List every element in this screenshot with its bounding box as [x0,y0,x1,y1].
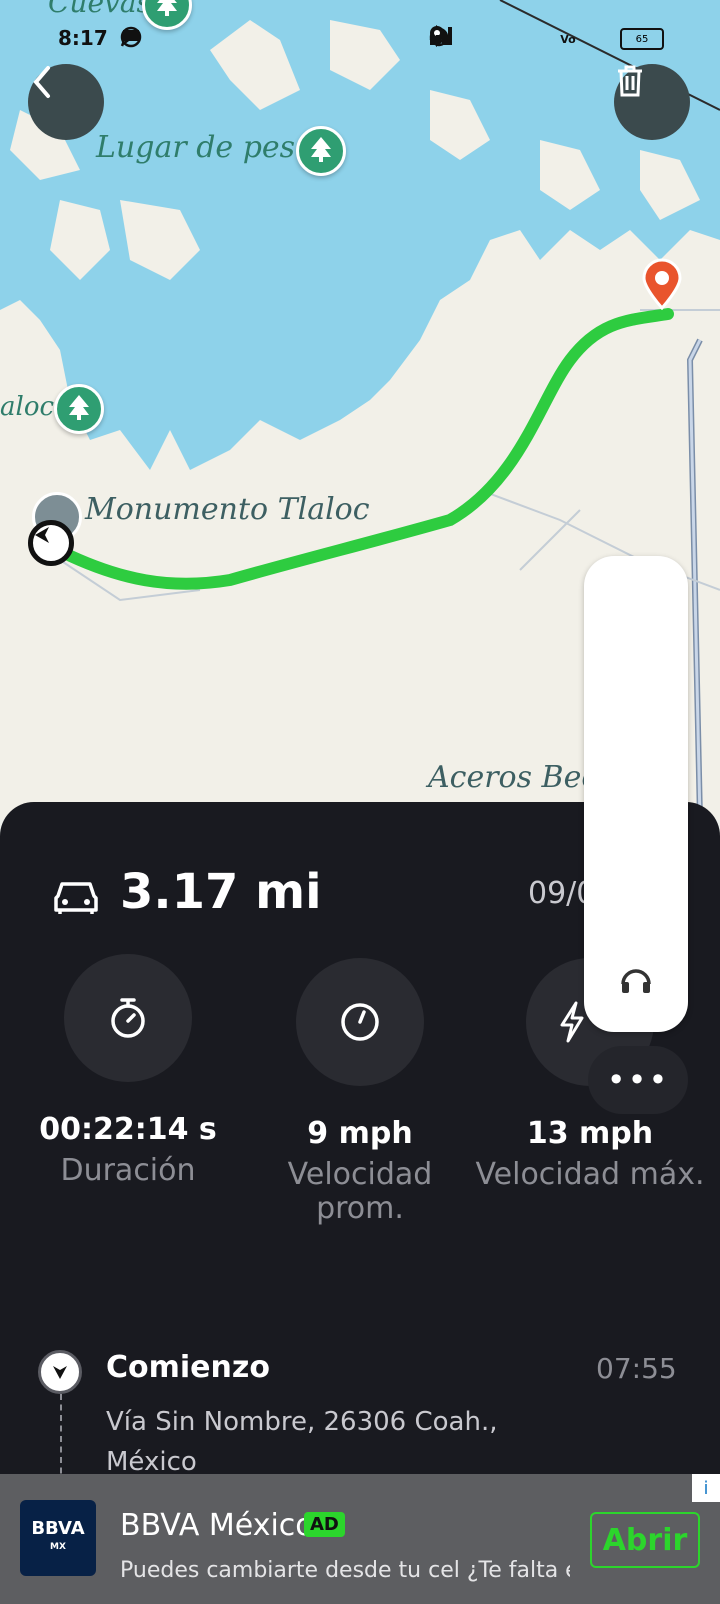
park-pin-icon[interactable] [296,126,346,176]
chat-icon [123,26,178,50]
ad-title: BBVA México [120,1508,314,1543]
max-speed-value: 13 mph [526,1116,654,1151]
more-options-button[interactable]: ••• [588,1046,688,1114]
alarm-icon [429,27,484,51]
back-button[interactable] [28,64,104,140]
duration-value: 00:22:14 s [39,1112,217,1147]
map-label-lugar-de-pesca[interactable]: Lugar de pesca [96,130,330,165]
map-label-cuevas: Cuevas [48,0,151,19]
more-dots-icon: ••• [606,1061,670,1099]
signal-icon [430,27,612,51]
lightning-icon [560,1001,584,1043]
chevron-left-icon [33,66,50,98]
battery-icon: 65 [620,28,664,50]
start-address: Vía Sin Nombre, 26306 Coah., México [106,1407,498,1477]
ad-badge: AD [304,1512,345,1537]
average-speed-stat-circle [296,958,424,1086]
map-label-monumento-tlaloc[interactable]: Monumento Tlaloc [85,492,370,527]
average-speed-label: Velocidad prom. [287,1157,433,1226]
location-icon [430,26,548,51]
status-bar: 8:17 Vo 65 [0,22,720,56]
start-time: 07:55 [596,1352,677,1385]
floating-audio-panel[interactable] [584,556,688,1032]
average-speed-value: 9 mph [307,1116,413,1151]
ad-info-icon[interactable]: i [692,1474,720,1502]
timeline-connector [60,1394,62,1484]
bluetooth-icon [431,25,516,51]
max-speed-label: Velocidad máx. [475,1157,705,1192]
ad-logo: BBVA MX [20,1500,96,1576]
trip-distance: 3.17 mi [120,864,322,920]
park-pin-icon[interactable] [54,384,104,434]
volte-icon: Vo [560,32,576,46]
ad-subtitle: Puedes cambiarte desde tu cel ¿Te falta … [120,1558,570,1583]
ad-banner[interactable]: i BBVA MX BBVA México AD Puedes cambiart… [0,1474,720,1604]
start-title: Comienzo [106,1350,270,1385]
car-icon [52,876,100,920]
headphones-icon[interactable] [618,960,654,1000]
trash-icon [618,65,642,97]
stopwatch-icon [111,998,145,1038]
ad-open-button[interactable]: Abrir [590,1512,700,1568]
start-point-icon [38,1350,82,1394]
map-label-tlaloc[interactable]: aloc [0,392,54,422]
status-time: 8:17 [58,26,108,50]
duration-stat-circle [64,954,192,1082]
delete-button[interactable] [614,64,690,140]
start-marker-icon [28,520,74,566]
duration-label: Duración [60,1153,196,1188]
gauge-icon [341,1003,379,1041]
